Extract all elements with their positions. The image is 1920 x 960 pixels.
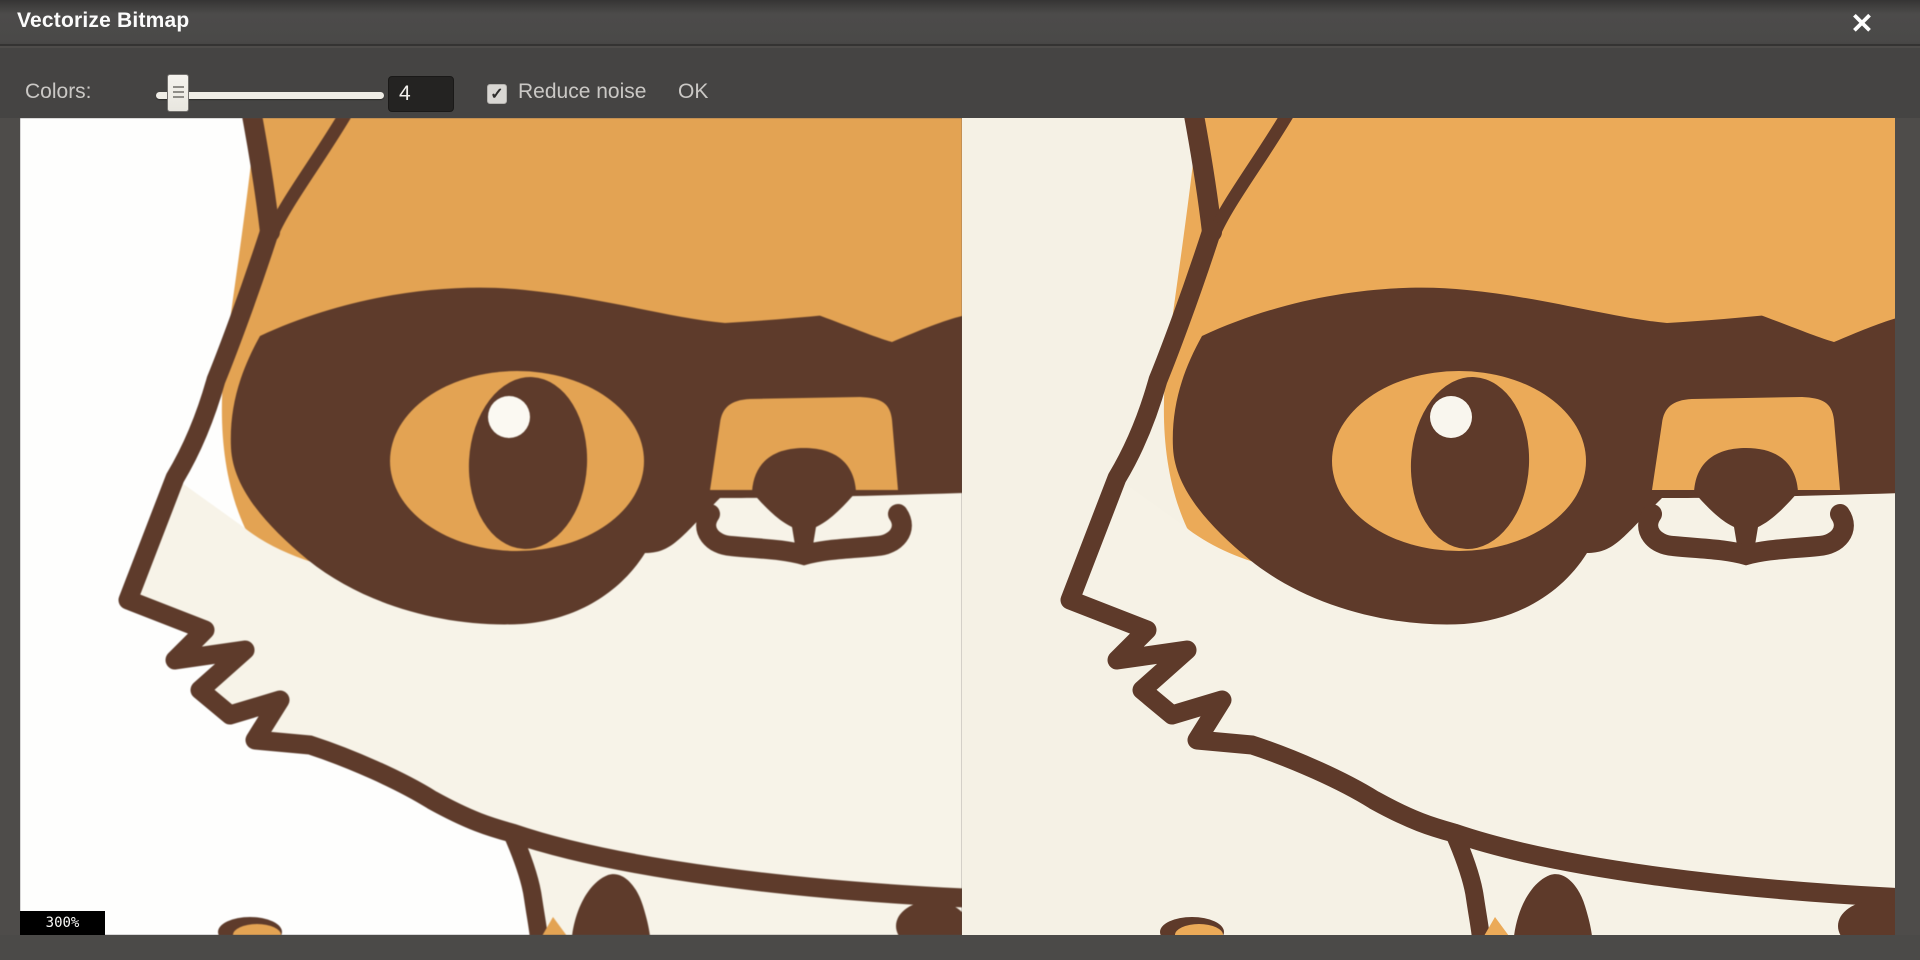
fox-vector-image <box>962 118 1895 935</box>
reduce-noise-label[interactable]: Reduce noise <box>518 80 646 104</box>
reduce-noise-checkbox[interactable]: ✓ <box>487 84 507 104</box>
title-bar: Vectorize Bitmap ✕ <box>0 0 1920 46</box>
dialog-title: Vectorize Bitmap <box>17 9 189 33</box>
vectorize-bitmap-dialog: Vectorize Bitmap ✕ Colors: 4 ✓ Reduce no… <box>0 0 1920 960</box>
colors-slider-track[interactable] <box>156 92 384 99</box>
toolbar: Colors: 4 ✓ Reduce noise OK <box>0 48 1920 118</box>
close-icon[interactable]: ✕ <box>1842 3 1882 43</box>
preview-original-panel[interactable]: 300% <box>20 118 962 935</box>
zoom-level-badge: 300% <box>20 911 105 935</box>
slider-grip-icon <box>173 86 184 100</box>
colors-label: Colors: <box>25 80 92 104</box>
colors-slider-handle[interactable] <box>167 74 189 112</box>
ok-button[interactable]: OK <box>678 80 708 104</box>
bottom-bar <box>0 935 1920 960</box>
fox-bitmap-image <box>20 118 962 935</box>
preview-vectorized-panel[interactable] <box>962 118 1895 935</box>
colors-value-input[interactable]: 4 <box>388 76 454 112</box>
